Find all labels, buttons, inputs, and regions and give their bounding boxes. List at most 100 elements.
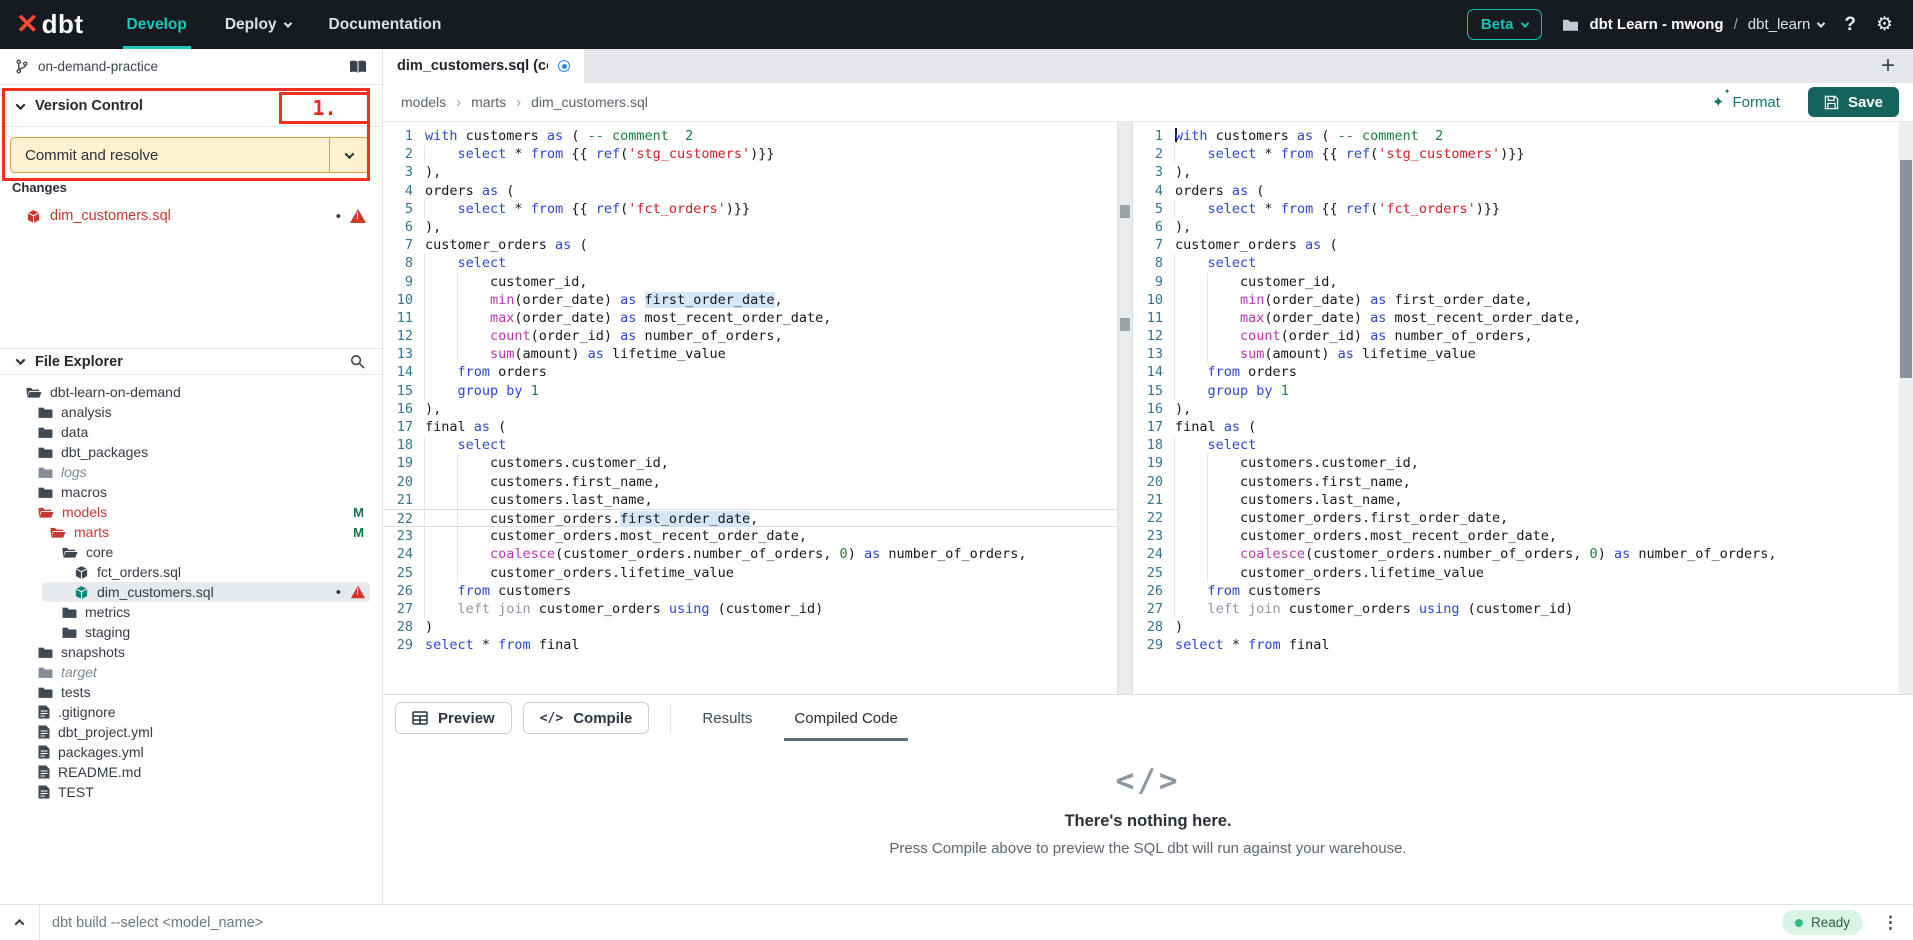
tree-item-target[interactable]: target <box>0 662 382 682</box>
code-line-16[interactable]: 16), <box>383 400 1117 418</box>
code-line-24[interactable]: 24 coalesce(customer_orders.number_of_or… <box>383 545 1117 563</box>
editor-right-scrollbar[interactable] <box>1899 122 1913 694</box>
tree-item-metrics[interactable]: metrics <box>0 602 382 622</box>
code-line-17[interactable]: 17final as ( <box>1133 418 1899 436</box>
tab-results[interactable]: Results <box>681 695 773 741</box>
changed-file-dim_customers.sql[interactable]: dim_customers.sql•! <box>0 202 382 230</box>
tree-item-fct_orders.sql[interactable]: fct_orders.sql <box>0 562 382 582</box>
code-line-22[interactable]: 22 customer_orders.first_order_date, <box>1133 509 1899 527</box>
code-line-26[interactable]: 26 from customers <box>383 582 1117 600</box>
code-line-23[interactable]: 23 customer_orders.most_recent_order_dat… <box>383 527 1117 545</box>
code-line-20[interactable]: 20 customers.first_name, <box>1133 473 1899 491</box>
code-line-7[interactable]: 7customer_orders as ( <box>383 236 1117 254</box>
tree-item-logs[interactable]: logs <box>0 462 382 482</box>
code-line-17[interactable]: 17final as ( <box>383 418 1117 436</box>
tree-item-macros[interactable]: macros <box>0 482 382 502</box>
code-line-16[interactable]: 16), <box>1133 400 1899 418</box>
code-line-1[interactable]: 1with customers as ( -- comment 2 <box>383 127 1117 145</box>
tree-item-TEST[interactable]: TEST <box>0 782 382 802</box>
nav-develop[interactable]: Develop <box>108 0 206 49</box>
code-line-13[interactable]: 13 sum(amount) as lifetime_value <box>383 345 1117 363</box>
scrollbar-marker[interactable] <box>1120 205 1130 218</box>
tree-item-core[interactable]: core <box>0 542 382 562</box>
code-line-7[interactable]: 7customer_orders as ( <box>1133 236 1899 254</box>
code-line-27[interactable]: 27 left join customer_orders using (cust… <box>383 600 1117 618</box>
docs-book-icon[interactable] <box>349 60 367 74</box>
code-line-21[interactable]: 21 customers.last_name, <box>1133 491 1899 509</box>
code-line-11[interactable]: 11 max(order_date) as most_recent_order_… <box>1133 309 1899 327</box>
code-line-12[interactable]: 12 count(order_id) as number_of_orders, <box>1133 327 1899 345</box>
code-line-12[interactable]: 12 count(order_id) as number_of_orders, <box>383 327 1117 345</box>
tree-item-models[interactable]: modelsM <box>0 502 382 522</box>
dbt-logo[interactable]: ✕ dbt <box>0 9 108 40</box>
beta-button[interactable]: Beta <box>1467 9 1543 40</box>
breadcrumb-item[interactable]: marts <box>471 94 506 110</box>
code-line-6[interactable]: 6), <box>383 218 1117 236</box>
tree-item-dbt_packages[interactable]: dbt_packages <box>0 442 382 462</box>
editor-middle-scrollbar[interactable] <box>1117 122 1133 694</box>
code-pane-left[interactable]: 1with customers as ( -- comment 22 selec… <box>383 122 1117 694</box>
tree-item-analysis[interactable]: analysis <box>0 402 382 422</box>
gear-icon[interactable]: ⚙ <box>1876 13 1893 36</box>
code-line-2[interactable]: 2 select * from {{ ref('stg_customers')}… <box>383 145 1117 163</box>
code-line-3[interactable]: 3), <box>383 163 1117 181</box>
code-line-24[interactable]: 24 coalesce(customer_orders.number_of_or… <box>1133 545 1899 563</box>
tree-item-.gitignore[interactable]: .gitignore <box>0 702 382 722</box>
help-icon[interactable]: ? <box>1844 14 1856 36</box>
code-line-10[interactable]: 10 min(order_date) as first_order_date, <box>1133 291 1899 309</box>
code-line-14[interactable]: 14 from orders <box>383 363 1117 381</box>
code-line-1[interactable]: 1with customers as ( -- comment 2 <box>1133 127 1899 145</box>
tree-item-marts[interactable]: martsM <box>0 522 382 542</box>
code-line-28[interactable]: 28) <box>1133 618 1899 636</box>
code-line-2[interactable]: 2 select * from {{ ref('stg_customers')}… <box>1133 145 1899 163</box>
project-name[interactable]: dbt_learn <box>1748 16 1825 33</box>
scrollbar-thumb[interactable] <box>1900 160 1912 378</box>
nav-deploy[interactable]: Deploy <box>206 0 310 49</box>
code-line-14[interactable]: 14 from orders <box>1133 363 1899 381</box>
code-line-27[interactable]: 27 left join customer_orders using (cust… <box>1133 600 1899 618</box>
breadcrumb-item[interactable]: models <box>401 94 446 110</box>
search-icon[interactable] <box>350 354 365 369</box>
code-line-6[interactable]: 6), <box>1133 218 1899 236</box>
code-line-18[interactable]: 18 select <box>1133 436 1899 454</box>
code-line-21[interactable]: 21 customers.last_name, <box>383 491 1117 509</box>
code-line-20[interactable]: 20 customers.first_name, <box>383 473 1117 491</box>
code-line-19[interactable]: 19 customers.customer_id, <box>1133 454 1899 472</box>
code-line-22[interactable]: 22 customer_orders.first_order_date, <box>383 509 1117 527</box>
tree-item-tests[interactable]: tests <box>0 682 382 702</box>
code-line-29[interactable]: 29select * from final <box>1133 636 1899 654</box>
code-line-8[interactable]: 8 select <box>1133 254 1899 272</box>
tree-item-data[interactable]: data <box>0 422 382 442</box>
code-line-9[interactable]: 9 customer_id, <box>1133 273 1899 291</box>
code-line-11[interactable]: 11 max(order_date) as most_recent_order_… <box>383 309 1117 327</box>
account-switcher[interactable]: dbt Learn - mwong / dbt_learn <box>1562 16 1824 33</box>
scrollbar-marker[interactable] <box>1120 318 1130 331</box>
tree-item-packages.yml[interactable]: packages.yml <box>0 742 382 762</box>
commit-dropdown-toggle[interactable] <box>329 138 369 172</box>
tree-item-dbt_project.yml[interactable]: dbt_project.yml <box>0 722 382 742</box>
tree-item-dim_customers.sql[interactable]: dim_customers.sql•! <box>0 582 382 602</box>
ready-status-badge[interactable]: Ready <box>1782 910 1863 935</box>
code-line-19[interactable]: 19 customers.customer_id, <box>383 454 1117 472</box>
code-line-3[interactable]: 3), <box>1133 163 1899 181</box>
code-line-29[interactable]: 29select * from final <box>383 636 1117 654</box>
expand-command-bar-button[interactable] <box>0 905 40 940</box>
code-line-25[interactable]: 25 customer_orders.lifetime_value <box>383 564 1117 582</box>
code-line-10[interactable]: 10 min(order_date) as first_order_date, <box>383 291 1117 309</box>
code-line-15[interactable]: 15 group by 1 <box>383 382 1117 400</box>
code-line-28[interactable]: 28) <box>383 618 1117 636</box>
kebab-menu-icon[interactable]: ⋮ <box>1878 913 1903 933</box>
tree-item-snapshots[interactable]: snapshots <box>0 642 382 662</box>
breadcrumb-item[interactable]: dim_customers.sql <box>531 94 648 110</box>
code-line-13[interactable]: 13 sum(amount) as lifetime_value <box>1133 345 1899 363</box>
save-button[interactable]: Save <box>1808 87 1899 117</box>
nav-documentation[interactable]: Documentation <box>310 0 461 49</box>
tab-dim-customers[interactable]: dim_customers.sql (confli... <box>383 49 584 83</box>
code-line-5[interactable]: 5 select * from {{ ref('fct_orders')}} <box>383 200 1117 218</box>
code-line-4[interactable]: 4orders as ( <box>383 182 1117 200</box>
code-line-8[interactable]: 8 select <box>383 254 1117 272</box>
code-line-5[interactable]: 5 select * from {{ ref('fct_orders')}} <box>1133 200 1899 218</box>
command-input[interactable] <box>40 915 1782 931</box>
code-line-26[interactable]: 26 from customers <box>1133 582 1899 600</box>
code-line-4[interactable]: 4orders as ( <box>1133 182 1899 200</box>
